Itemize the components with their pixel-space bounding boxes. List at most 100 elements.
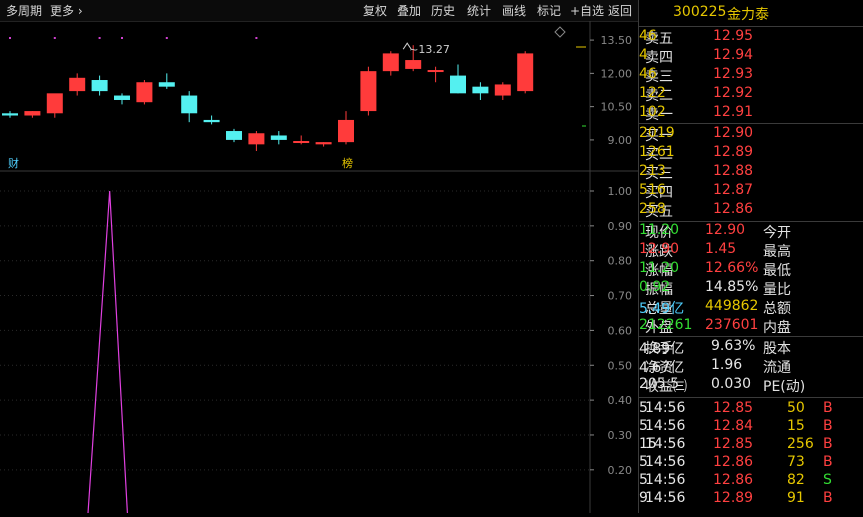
stat-row[interactable]: 涨跌 1.45 最高 12.90 [639,241,863,260]
tick-time: 14:56 [645,454,686,470]
ask-price: 12.94 [713,47,754,63]
ask-price: 12.95 [713,28,754,44]
tick-row[interactable]: 14:56 12.84 15 B 5 [639,418,863,437]
ask-row[interactable]: 卖四 12.94 4 [639,47,863,66]
marker-dot [121,37,123,39]
indicator-label: 0.90 [608,220,633,233]
mark-button[interactable]: 标记 [537,2,561,19]
price-label: 12.00 [601,67,633,80]
stat-row[interactable]: 换手 9.63% 股本 4.89亿 [639,338,863,357]
ask-volume: 122 [639,85,666,101]
bid-row[interactable]: 买四 12.87 516 [639,182,863,201]
stat-row[interactable]: 收益㈢ 0.030 PE(动) 205.5 [639,376,863,395]
draw-line-button[interactable]: 画线 [502,2,526,19]
bid-volume: 1261 [639,144,675,160]
ask-label: 卖四 [645,50,673,66]
tick-time: 14:56 [645,472,686,488]
price-axis: 13.50 12.00 10.50 9.00 [590,34,632,147]
ask-price: 12.92 [713,85,754,101]
indicator-line [87,190,129,517]
tick-price: 12.86 [713,472,754,488]
tick-volume: 73 [787,454,805,470]
chart-toolbar: 多周期 更多 › 复权 叠加 历史 统计 画线 标记 +自选 返回 [0,0,638,22]
bid-row[interactable]: 买二 12.89 1261 [639,144,863,163]
stat-value: 4.89亿 [639,341,685,357]
stat-row[interactable]: 净资 1.96 流通 4.67亿 [639,357,863,376]
back-button[interactable]: 返回 [608,2,632,19]
ask-volume: 4 [639,47,648,63]
ask-row[interactable]: 卖三 12.93 46 [639,66,863,85]
stat-row[interactable]: 振幅 14.85% 量比 0.92 [639,279,863,298]
marker-dot [9,37,11,39]
stat-value: 0.030 [711,376,752,392]
ask-row[interactable]: 卖五 12.95 46 [639,28,863,47]
candle-body [382,53,399,72]
restore-rights-button[interactable]: 复权 [363,2,387,19]
candle-body [158,82,175,87]
stat-value: 5.49亿 [639,301,685,317]
ask-volume: 46 [639,28,657,44]
bid-price: 12.88 [713,163,754,179]
tick-price: 12.89 [713,490,754,506]
candle-body [24,111,41,116]
ask-row[interactable]: 卖二 12.92 122 [639,85,863,104]
stats-button[interactable]: 统计 [467,2,491,19]
tick-side: B [823,418,833,434]
chart-canvas[interactable]: 13.50 12.00 10.50 9.00 1.00 0.90 0.80 0.70 0.60… [0,21,638,517]
finance-marker: 财 [8,156,19,170]
tick-row[interactable]: 14:56 12.85 256 B 15 [639,436,863,455]
stat-label: 最低 [763,263,791,279]
stat-value: 11.20 [639,222,680,238]
multi-period-button[interactable]: 多周期 [6,2,42,19]
candle-body [338,119,354,143]
tick-row[interactable]: 14:56 12.89 91 B 9 [639,490,863,509]
stat-row[interactable]: 总量 449862 总额 5.49亿 [639,298,863,317]
candle-body [2,113,18,116]
tick-count: 5 [639,472,648,488]
stat-value: 237601 [705,317,759,333]
stat-row[interactable]: 涨幅 12.66% 最低 11.20 [639,260,863,279]
bid-row[interactable]: 买一 12.90 2019 [639,125,863,144]
indicator-grid [0,190,590,471]
stat-row[interactable]: 外盘 237601 内盘 212261 [639,317,863,336]
stat-label: 最高 [763,244,791,260]
tick-time: 14:56 [645,490,686,506]
stat-label: 内盘 [763,320,791,336]
stat-label: 总额 [763,301,791,317]
diamond-icon [554,26,566,38]
bid-row[interactable]: 买五 12.86 258 [639,201,863,220]
stat-value: 9.63% [711,338,756,354]
bid-volume: 213 [639,163,666,179]
chart-extras: ~13.27 财 榜 [8,26,586,170]
kline-chart-area[interactable]: 13.50 12.00 10.50 9.00 1.00 0.90 0.80 0.70 0.60… [0,21,638,517]
tick-side: B [823,436,833,452]
candle-body [181,95,198,114]
add-watchlist-button[interactable]: +自选 [570,2,604,19]
ask-volume: 102 [639,104,666,120]
bid-row[interactable]: 买三 12.88 213 [639,163,863,182]
bid-volume: 2019 [639,125,675,141]
indicator-label: 0.20 [608,464,633,477]
stat-value: 0.92 [639,279,671,295]
tick-row[interactable]: 14:56 12.86 73 B 5 [639,454,863,473]
stock-code: 300225 [673,4,727,20]
overlay-button[interactable]: 叠加 [397,2,421,19]
bid-price: 12.89 [713,144,754,160]
candle-body [91,80,108,92]
candle-body [114,95,130,100]
tick-row[interactable]: 14:56 12.85 50 B 5 [639,400,863,419]
candle-body [226,131,242,140]
history-button[interactable]: 历史 [431,2,455,19]
stat-label: PE(动) [763,379,806,395]
stat-row[interactable]: 现价 12.90 今开 11.20 [639,222,863,241]
more-button[interactable]: 更多 › [50,2,83,19]
bid-volume: 516 [639,182,666,198]
price-grid [0,21,638,513]
bid-volume: 258 [639,201,666,217]
ask-row[interactable]: 卖一 12.91 102 [639,104,863,123]
ask-price: 12.93 [713,66,754,82]
chevron-right-icon: › [77,4,83,18]
tick-row[interactable]: 14:56 12.86 82 S 5 [639,472,863,491]
tick-price: 12.85 [713,436,754,452]
tick-side: B [823,454,833,470]
